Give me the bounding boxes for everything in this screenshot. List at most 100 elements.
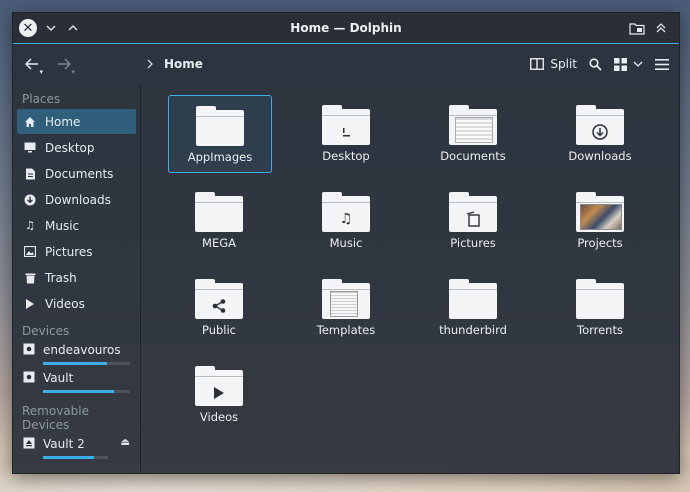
split-view-icon	[530, 58, 545, 70]
folder-icon	[576, 105, 624, 145]
close-icon[interactable]: ✕	[19, 19, 37, 37]
folder-item-pictures[interactable]: Pictures	[422, 182, 524, 258]
folder-item-torrents[interactable]: Torrents	[549, 269, 651, 345]
folder-label: Templates	[316, 323, 376, 337]
chevron-down-icon[interactable]	[633, 61, 643, 67]
titlebar: ✕ Home — Dolphin	[13, 13, 679, 44]
projects-preview	[580, 204, 622, 230]
folder-icon	[449, 105, 497, 145]
download-emblem-icon	[576, 119, 624, 145]
folder-item-projects[interactable]: Projects	[549, 182, 651, 258]
icons-view-icon	[614, 57, 627, 71]
device-usage-bar	[43, 390, 130, 393]
sidebar-item-home[interactable]: Home	[17, 109, 136, 134]
folder-icon	[576, 192, 624, 232]
music-emblem-icon: ♫	[339, 211, 353, 227]
folder-item-mega[interactable]: MEGA	[168, 182, 270, 258]
folder-item-public[interactable]: Public	[168, 269, 270, 345]
sidebar-item-label: Trash	[45, 270, 77, 285]
folder-label: AppImages	[187, 150, 253, 164]
breadcrumb-home[interactable]: Home	[164, 57, 203, 71]
downloads-icon	[23, 193, 37, 207]
folder-item-appimages[interactable]: AppImages	[168, 95, 272, 173]
minimize-icon[interactable]	[43, 20, 59, 36]
folder-label: Downloads	[568, 149, 632, 163]
trash-icon	[23, 271, 37, 285]
sidebar-item-music[interactable]: ♫ Music	[17, 213, 136, 238]
search-button[interactable]	[589, 57, 602, 71]
device-usage-bar	[43, 456, 108, 459]
folder-icon[interactable]	[629, 20, 645, 36]
sidebar-item-downloads[interactable]: Downloads	[17, 187, 136, 212]
sidebar-item-videos[interactable]: Videos	[17, 291, 136, 316]
removable-drive-icon	[23, 437, 35, 452]
device-vault-2[interactable]: Vault 2 ⏏	[17, 435, 136, 462]
sidebar-item-label: Downloads	[45, 192, 111, 207]
folder-icon	[576, 279, 624, 319]
arrow-right-icon	[58, 58, 71, 70]
pictures-icon	[23, 245, 37, 259]
folder-item-downloads[interactable]: Downloads	[549, 95, 651, 171]
chevron-right-icon	[147, 59, 153, 69]
folder-item-thunderbird[interactable]: thunderbird	[422, 269, 524, 345]
view-mode-button[interactable]	[614, 57, 643, 71]
forward-button[interactable]: ▾	[51, 51, 77, 77]
drive-icon	[23, 371, 35, 386]
folder-icon	[449, 192, 497, 232]
toolbar: ▾ ▾ Home Split	[13, 44, 679, 84]
music-icon: ♫	[25, 219, 35, 232]
folder-item-videos[interactable]: Videos	[168, 356, 270, 432]
folder-label: Documents	[440, 149, 506, 163]
folder-item-music[interactable]: ♫ Music	[295, 182, 397, 258]
device-label: endeavouros	[43, 343, 121, 357]
dolphin-window: ✕ Home — Dolphin ▾ ▾ Home Split Places H…	[12, 12, 680, 474]
templates-preview	[330, 291, 358, 317]
sidebar-item-desktop[interactable]: Desktop	[17, 135, 136, 160]
file-view: AppImages Desktop Documents Downloads ME…	[141, 84, 679, 473]
section-removable-header: Removable Devices	[22, 404, 90, 432]
sidebar-item-label: Pictures	[45, 244, 93, 259]
folder-label: Pictures	[450, 236, 496, 250]
split-button[interactable]: Split	[530, 57, 577, 71]
documents-preview	[455, 117, 493, 143]
device-label: Vault 2	[43, 437, 85, 451]
video-emblem-icon	[195, 380, 243, 406]
back-button[interactable]: ▾	[19, 51, 45, 77]
folder-label: Torrents	[577, 323, 623, 337]
dropdown-indicator-icon: ▾	[39, 68, 43, 76]
dropdown-indicator-icon: ▾	[71, 68, 75, 76]
menu-button[interactable]	[655, 58, 669, 70]
sidebar-item-documents[interactable]: Documents	[17, 161, 136, 186]
videos-icon	[23, 297, 37, 311]
desktop-emblem-icon	[322, 119, 370, 145]
folder-icon	[196, 106, 244, 146]
drive-icon	[23, 343, 35, 358]
folder-item-desktop[interactable]: Desktop	[295, 95, 397, 171]
home-icon	[23, 115, 37, 129]
breadcrumb[interactable]: Home	[147, 57, 203, 71]
split-label: Split	[550, 57, 577, 71]
keep-above-icon[interactable]	[653, 20, 669, 36]
folder-item-documents[interactable]: Documents	[422, 95, 524, 171]
device-endeavouros[interactable]: endeavouros	[17, 341, 136, 368]
folder-label: Projects	[577, 236, 623, 250]
sidebar-item-label: Desktop	[45, 140, 95, 155]
folder-item-templates[interactable]: Templates	[295, 269, 397, 345]
folder-label: MEGA	[202, 236, 236, 250]
hamburger-menu-icon	[655, 58, 669, 70]
documents-icon	[23, 167, 37, 181]
eject-icon[interactable]: ⏏	[121, 437, 130, 448]
sidebar-item-label: Videos	[45, 296, 85, 311]
device-vault[interactable]: Vault	[17, 369, 136, 396]
window-title: Home — Dolphin	[290, 21, 402, 35]
folder-icon	[322, 279, 370, 319]
folder-icon: ♫	[322, 192, 370, 232]
share-emblem-icon	[195, 293, 243, 319]
sidebar-item-label: Documents	[45, 166, 114, 181]
sidebar-item-trash[interactable]: Trash	[17, 265, 136, 290]
folder-icon	[195, 192, 243, 232]
sidebar-item-label: Music	[45, 218, 80, 233]
maximize-icon[interactable]	[65, 20, 81, 36]
sidebar-item-label: Home	[45, 114, 81, 129]
sidebar-item-pictures[interactable]: Pictures	[17, 239, 136, 264]
